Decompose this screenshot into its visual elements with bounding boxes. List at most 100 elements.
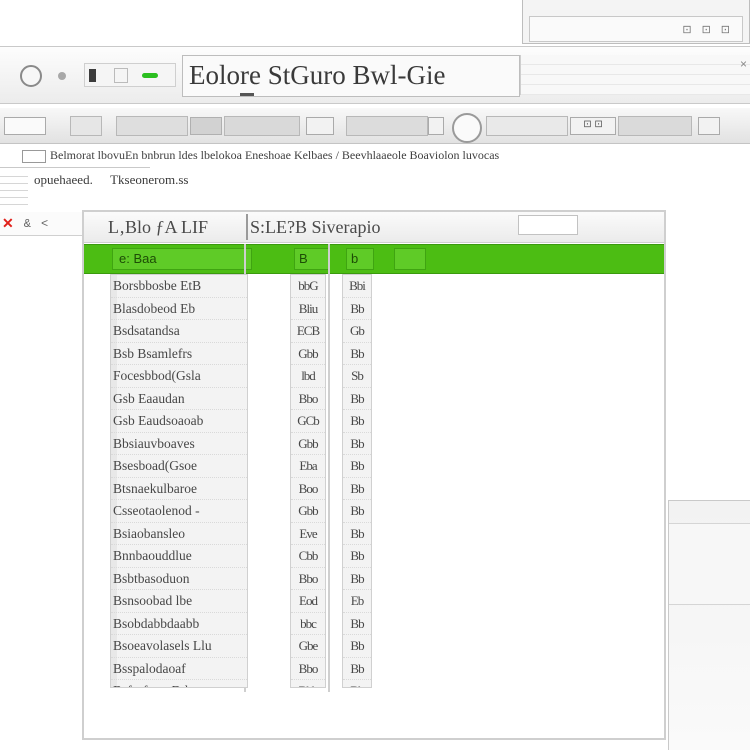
table-cell[interactable]: Gsb Eaaudan: [111, 387, 247, 410]
table-cell[interactable]: Eba: [291, 455, 325, 478]
table-cell[interactable]: Gsb Eaudsoaoab: [111, 410, 247, 433]
table-cell[interactable]: Bb: [343, 523, 371, 545]
table-cell[interactable]: bbG: [291, 275, 325, 298]
close-icon[interactable]: ×: [740, 57, 747, 71]
ampersand-icon[interactable]: &: [24, 217, 31, 231]
table-cell[interactable]: Bbo: [291, 388, 325, 410]
toolbar-field[interactable]: [70, 116, 102, 136]
back-arrow-icon[interactable]: <: [41, 217, 48, 231]
table-cell[interactable]: Bb: [343, 568, 371, 590]
table-cell[interactable]: ECB: [291, 320, 325, 343]
side-ruler: [0, 170, 28, 210]
results-window: L‚Blo ƒA LIF S:LE?B Siverapio e: Baa B b…: [82, 210, 666, 740]
title-right-panel: ×: [520, 55, 750, 95]
search-icon[interactable]: [452, 113, 482, 143]
toolbar-segment[interactable]: [346, 116, 428, 136]
table-cell[interactable]: bbc: [291, 613, 325, 635]
table-cell[interactable]: BsfesforoaDdo: [111, 680, 247, 687]
table-cell[interactable]: Cbb: [291, 545, 325, 568]
panel-toggle-icon[interactable]: [114, 67, 128, 83]
view-controls[interactable]: [84, 63, 176, 87]
table-cell[interactable]: Csseotaolenod -: [111, 500, 247, 523]
table-cell[interactable]: Gbb: [291, 500, 325, 523]
table-cell[interactable]: Blasdobeod Eb: [111, 297, 247, 320]
table-cell[interactable]: Eb: [343, 590, 371, 613]
table-cell[interactable]: Bsesboad(Gsoe: [111, 455, 247, 478]
table-cell[interactable]: Bb: [343, 500, 371, 523]
info-text-line: Belmorat lbovuEn bnbrun ldes lbelokoa En…: [50, 148, 500, 162]
selected-row[interactable]: e: Baa B b: [84, 244, 664, 274]
table-cell[interactable]: Sb: [343, 365, 371, 388]
background-window-titlebar[interactable]: ⊡ ⊡ ⊡: [529, 16, 743, 42]
info-subtext: opuehaeed. Tkseonerom.ss: [34, 172, 294, 190]
info-subtext-right: Tkseonerom.ss: [110, 172, 189, 187]
side-panel: [668, 500, 750, 750]
checkbox[interactable]: [22, 149, 46, 163]
table-cell[interactable]: lbd: [291, 365, 325, 388]
toolbar-back-button[interactable]: [4, 117, 46, 135]
table-cell[interactable]: Gbb: [291, 343, 325, 365]
window-control-button[interactable]: [20, 65, 42, 87]
toolbar-button[interactable]: [428, 117, 444, 135]
table-cell[interactable]: Bb: [343, 455, 371, 478]
table-cell[interactable]: Bb: [343, 433, 371, 455]
table-cell[interactable]: Bsdsatandsa: [111, 320, 247, 343]
table-cell[interactable]: Bb: [343, 545, 371, 568]
table-cell[interactable]: Btsnaekulbaroe: [111, 477, 247, 500]
table-cell[interactable]: Borsbbosbe EtB: [111, 275, 247, 298]
tab-primary[interactable]: L‚Blo ƒA LIF: [108, 214, 248, 240]
table-cell[interactable]: Bbb: [291, 680, 325, 687]
table-cell[interactable]: Eod: [291, 590, 325, 613]
table-cell[interactable]: Bbo: [291, 658, 325, 680]
table-cell[interactable]: Bsspalodaoaf: [111, 657, 247, 680]
table-cell[interactable]: Gb: [343, 320, 371, 343]
toolbar-segment[interactable]: [618, 116, 692, 136]
toolbar-button[interactable]: [306, 117, 334, 135]
table-cell[interactable]: Eve: [291, 523, 325, 545]
table-cell[interactable]: Bsoeavolasels Llu: [111, 635, 247, 658]
table-cell[interactable]: Bsbtbasoduon: [111, 567, 247, 590]
table-cell[interactable]: Bsiaobansleo: [111, 522, 247, 545]
results-search-input[interactable]: [518, 215, 578, 235]
toolbar-chip[interactable]: ⊡ ⊡: [570, 117, 616, 135]
toolbar-chip[interactable]: [190, 117, 222, 135]
close-icon[interactable]: ✕: [2, 215, 14, 232]
table-cell[interactable]: Bsobdabbdaabb: [111, 612, 247, 635]
table-cell[interactable]: Boo: [291, 478, 325, 500]
table-cell[interactable]: Gbb: [291, 433, 325, 455]
toolbar-segment[interactable]: [224, 116, 300, 136]
flag-column: BbiBbGbBbSbBbBbBbBbBbBbBbBbBbEbBbBbBbBbB…: [342, 274, 372, 688]
table-cell[interactable]: Bbsiauvboaves: [111, 432, 247, 455]
sidebar-toggle-icon[interactable]: [89, 68, 96, 82]
settings-icon[interactable]: [698, 117, 720, 135]
results-header: L‚Blo ƒA LIF S:LE?B Siverapio: [84, 212, 664, 243]
table-cell[interactable]: Bb: [343, 388, 371, 410]
table-cell[interactable]: Bbo: [291, 568, 325, 590]
table-cell[interactable]: Bb: [343, 410, 371, 433]
table-cell[interactable]: Bbi: [343, 275, 371, 298]
table-cell[interactable]: Bb: [343, 613, 371, 635]
table-cell[interactable]: Bb: [343, 658, 371, 680]
search-input[interactable]: [486, 116, 568, 136]
column-separator[interactable]: [328, 244, 330, 692]
table-cell[interactable]: Bnnbaouddlue: [111, 545, 247, 568]
window-button-icon[interactable]: ⊡: [682, 23, 691, 36]
table-cell[interactable]: Bb: [343, 478, 371, 500]
value-column: bbG Bliu ECB Gbb lbd Bbo GCb Gbb Eba Boo Gbb Eve Cbb…: [290, 274, 326, 688]
tab-secondary[interactable]: S:LE?B Siverapio: [250, 214, 450, 240]
table-cell[interactable]: Gbe: [291, 635, 325, 658]
window-control-dot[interactable]: [58, 72, 66, 80]
selected-cell: B: [294, 248, 330, 270]
table-cell[interactable]: Bliu: [291, 298, 325, 320]
toolbar-segment[interactable]: [116, 116, 188, 136]
table-cell[interactable]: Bb: [343, 343, 371, 365]
table-cell[interactable]: Bb: [343, 298, 371, 320]
table-cell[interactable]: Bb: [343, 680, 371, 687]
table-cell[interactable]: Bsnsoobad lbe: [111, 590, 247, 613]
table-cell[interactable]: GCb: [291, 410, 325, 433]
table-cell[interactable]: Bsb Bsamlefrs: [111, 342, 247, 365]
table-cell[interactable]: Focesbbod(Gsla: [111, 365, 247, 388]
window-button-icon[interactable]: ⊡: [721, 23, 730, 36]
window-button-icon[interactable]: ⊡: [702, 23, 711, 36]
table-cell[interactable]: Bb: [343, 635, 371, 658]
